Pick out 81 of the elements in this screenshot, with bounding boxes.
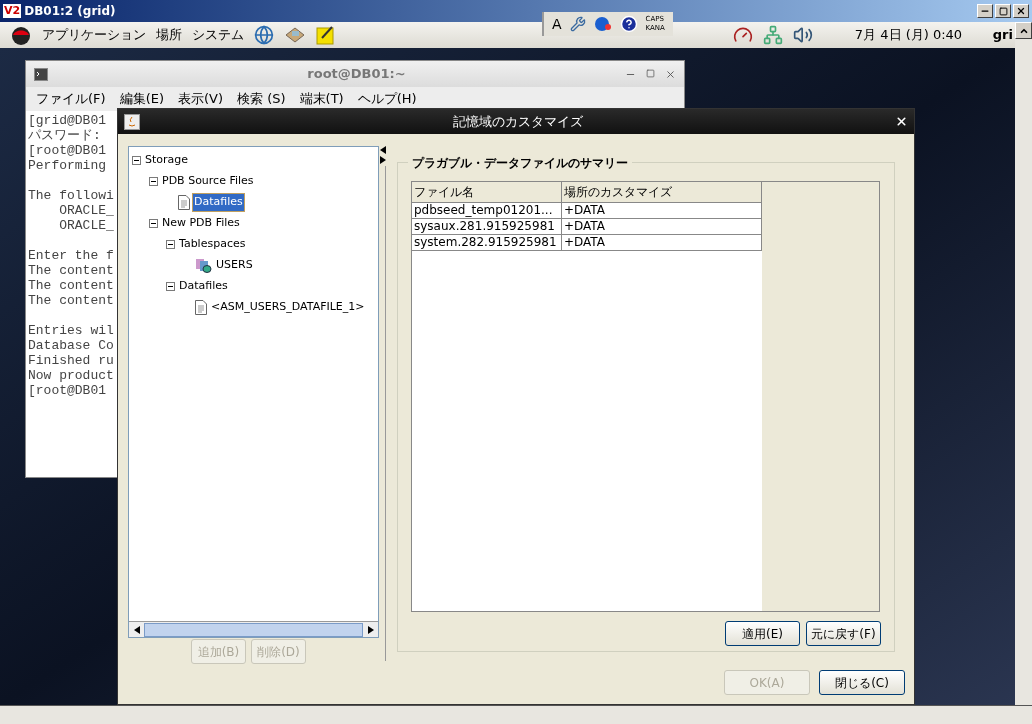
terminal-menu[interactable]: ヘルプ(H) (357, 89, 417, 109)
terminal-icon (34, 67, 48, 81)
globe-icon[interactable] (254, 25, 274, 45)
close-button[interactable] (1013, 4, 1029, 18)
terminal-line: The followi (28, 188, 114, 203)
terminal-line: [root@DB01 (28, 383, 106, 398)
input-mode-indicator[interactable]: A (552, 13, 562, 35)
terminal-menu[interactable]: 表示(V) (178, 89, 224, 109)
terminal-line: ORACLE_ (58, 203, 114, 218)
group-title: プラガブル・データファイルのサマリー (408, 154, 632, 172)
table-cell: pdbseed_temp01201... (412, 203, 562, 218)
terminal-line: The content (28, 293, 114, 308)
dialog-title: 記憶域のカスタマイズ (451, 112, 584, 131)
terminal-menu[interactable]: 編集(E) (119, 89, 164, 109)
database-icon (195, 258, 212, 273)
column-header[interactable]: ファイル名 (412, 182, 562, 202)
notepad-icon[interactable] (316, 25, 336, 45)
collapse-icon[interactable] (132, 156, 141, 165)
tree-item[interactable]: Storage (144, 152, 190, 169)
ball-icon[interactable] (593, 16, 612, 32)
terminal-line: Enter the f (28, 248, 114, 263)
speaker-icon[interactable] (792, 25, 813, 45)
help-icon[interactable] (619, 15, 638, 33)
collapse-icon[interactable] (149, 177, 158, 186)
dialog-button[interactable]: 適用(E) (725, 621, 800, 646)
panel-menu[interactable]: 場所 (156, 25, 182, 45)
app-logo: V2 (3, 4, 22, 18)
terminal-menu[interactable]: 検索 (S) (237, 89, 286, 109)
maximize-button[interactable] (995, 4, 1011, 18)
collapse-icon[interactable] (166, 240, 175, 249)
terminal-line: [grid@DB01 (28, 113, 106, 128)
terminal-title: root@DB01:~ (306, 65, 407, 84)
tree-item[interactable]: Tablespaces (178, 236, 247, 253)
panel-menu[interactable]: アプリケーション (42, 25, 146, 45)
vertical-scrollbar[interactable] (1015, 22, 1032, 705)
terminal-menu[interactable]: ファイル(F) (36, 89, 106, 109)
document-icon (195, 300, 207, 315)
dialog-button[interactable]: 元に戻す(F) (806, 621, 881, 646)
terminal-line: Entries wil (28, 323, 114, 338)
terminal-line: [root@DB01 (28, 143, 106, 158)
panel-menu[interactable]: システム (192, 25, 244, 45)
dialog-button[interactable]: 閉じる(C) (819, 670, 905, 695)
terminal-menu[interactable]: 端末(T) (299, 89, 344, 109)
scroll-left-arrow[interactable] (133, 625, 140, 634)
close-icon[interactable] (895, 115, 908, 128)
horizontal-scrollbar[interactable] (0, 705, 1032, 724)
terminal-line: Now product (28, 368, 114, 383)
window-title: DB01:2 (grid) (24, 3, 116, 20)
tree-item[interactable]: New PDB Files (161, 215, 241, 232)
hat-logo-icon[interactable] (10, 25, 32, 45)
maximize-icon[interactable] (646, 68, 655, 78)
collapse-icon[interactable] (149, 219, 158, 228)
splitter-left-arrow[interactable] (380, 146, 386, 154)
terminal-line: Database Co (28, 338, 114, 353)
splitter-right-arrow[interactable] (380, 156, 386, 164)
panel-clock[interactable]: 7月 4日 (月) 0:40 (854, 25, 963, 45)
document-icon (178, 195, 190, 210)
terminal-line: Finished ru (28, 353, 114, 368)
table-cell: system.282.915925981 (412, 235, 562, 250)
maximize-icon (998, 6, 1008, 16)
tree-item[interactable]: PDB Source Files (161, 173, 255, 190)
java-icon (124, 113, 140, 130)
panel-user[interactable]: gri (992, 25, 1013, 45)
network-icon[interactable] (762, 25, 783, 45)
gauge-icon[interactable] (732, 25, 753, 45)
collapse-icon[interactable] (166, 282, 175, 291)
tree-item[interactable]: USERS (215, 257, 254, 274)
terminal-line: パスワード: (28, 128, 101, 143)
minimize-button[interactable] (977, 4, 993, 18)
tree-item[interactable]: Datafiles (178, 278, 229, 295)
close-icon (1016, 6, 1026, 16)
tree-item[interactable]: <ASM_USERS_DATAFILE_1> (210, 299, 366, 316)
terminal-line: ORACLE_ (58, 218, 114, 233)
terminal-line: The content (28, 263, 114, 278)
scroll-right-arrow[interactable] (367, 625, 374, 634)
terminal-line: The content (28, 278, 114, 293)
terminal-line: Performing (28, 158, 106, 173)
horizontal-scrollbar[interactable] (129, 621, 378, 637)
wrench-icon[interactable] (569, 16, 586, 32)
table-cell: sysaux.281.915925981 (412, 219, 562, 234)
tree-item[interactable]: Datafiles (193, 194, 244, 211)
